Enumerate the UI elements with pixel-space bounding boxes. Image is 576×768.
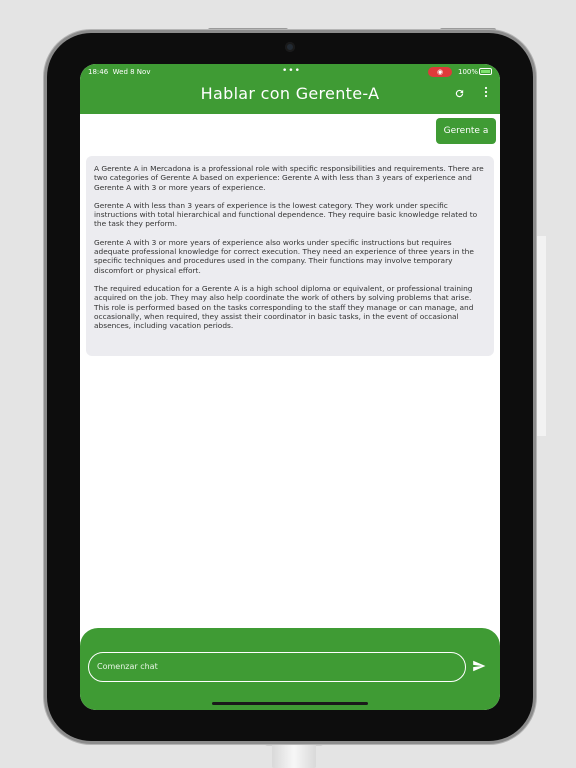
multitask-dots[interactable]: ••• <box>282 66 301 76</box>
user-message: Gerente a <box>436 118 496 144</box>
page-title: Hablar con Gerente-A <box>200 84 380 103</box>
bot-message: A Gerente A in Mercadona is a profession… <box>86 156 494 356</box>
composer-bar: Comenzar chat <box>80 628 500 710</box>
bot-paragraph: Gerente A with 3 or more years of experi… <box>94 237 474 275</box>
more-vert-icon[interactable] <box>483 86 489 101</box>
record-icon: ◉ <box>428 67 452 77</box>
bot-paragraph: A Gerente A in Mercadona is a profession… <box>94 164 484 192</box>
charging-cable <box>272 738 316 768</box>
send-icon[interactable] <box>472 658 488 674</box>
status-bar: 18:46 Wed 8 Nov ••• ◉ 100% <box>80 64 500 80</box>
home-indicator[interactable] <box>212 702 368 705</box>
chat-input[interactable]: Comenzar chat <box>88 652 466 682</box>
power-button <box>440 28 496 32</box>
battery-percent: 100% <box>458 68 479 76</box>
refresh-icon[interactable] <box>454 88 465 102</box>
status-time: 18:46 Wed 8 Nov <box>88 68 151 76</box>
volume-button <box>208 28 288 32</box>
bot-paragraph: The required education for a Gerente A i… <box>94 283 474 331</box>
app-screen: 18:46 Wed 8 Nov ••• ◉ 100% Hablar con Ge… <box>80 64 500 710</box>
app-header: 18:46 Wed 8 Nov ••• ◉ 100% Hablar con Ge… <box>80 64 500 114</box>
front-camera <box>285 42 295 52</box>
battery-icon <box>479 68 492 75</box>
bot-paragraph: Gerente A with less than 3 years of expe… <box>94 200 478 229</box>
